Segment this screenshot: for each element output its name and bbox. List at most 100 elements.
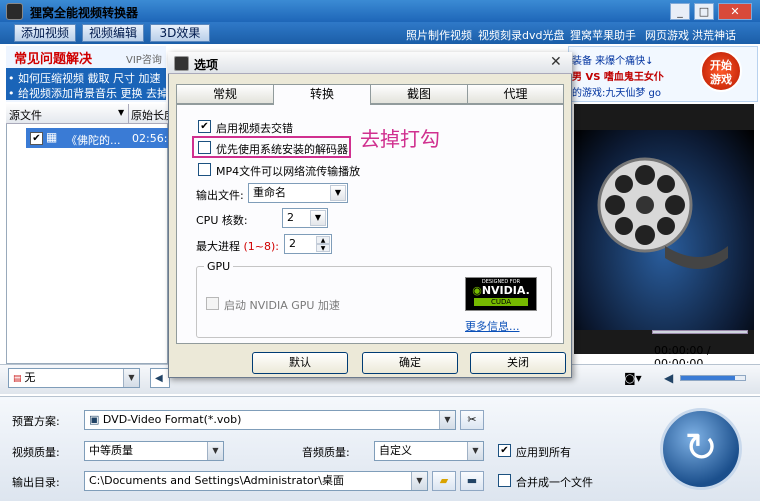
- apply-all-checkbox[interactable]: ✔: [498, 444, 511, 457]
- mp4-stream-label: MP4文件可以网络流传输播放: [216, 165, 361, 178]
- link-apple-helper[interactable]: 狸窝苹果助手: [570, 27, 636, 43]
- subtitle-select[interactable]: ▤ 无 ▼: [8, 368, 140, 388]
- chevron-down-icon: ▼: [310, 210, 326, 226]
- preset-value: DVD-Video Format(*.vob): [102, 413, 242, 426]
- vip-link[interactable]: VIP咨询: [126, 51, 162, 66]
- maximize-button[interactable]: □: [694, 3, 714, 20]
- ad-line-1: 装备 来爆个痛快↓: [572, 56, 654, 67]
- maxproc-range: (1~8):: [243, 240, 280, 253]
- maxproc-label: 最大进程 (1~8):: [196, 238, 279, 254]
- link-photo-video[interactable]: 照片制作视频: [406, 27, 472, 43]
- vquality-select[interactable]: 中等质量 ▼: [84, 441, 224, 461]
- preset-settings-button[interactable]: ✂: [460, 410, 484, 430]
- tab-general[interactable]: 常规: [176, 84, 274, 104]
- maxproc-text: 最大进程: [196, 240, 240, 253]
- chevron-down-icon: ▼: [123, 369, 139, 387]
- tab-proxy[interactable]: 代理: [467, 84, 564, 104]
- col-source[interactable]: 源文件: [9, 107, 42, 123]
- col-divider: [128, 104, 129, 124]
- app-icon: [6, 3, 23, 20]
- camera-icon[interactable]: ◙▾: [624, 371, 642, 385]
- apply-all-label: 应用到所有: [516, 446, 571, 459]
- row-checkbox[interactable]: ✔: [30, 132, 43, 145]
- chevron-down-icon: ▼: [411, 472, 427, 490]
- nvidia-cuda-logo: DESIGNED FOR ◉NVIDIA. CUDA: [465, 277, 537, 311]
- effect-3d-button[interactable]: 3D效果: [150, 24, 210, 42]
- subtitle-value: 无: [24, 371, 36, 384]
- ad-line-2: 男 VS 嗜血鬼王女仆: [572, 72, 664, 83]
- film-reel-icon: [597, 157, 728, 269]
- open-folder-icon: ▬: [466, 474, 478, 487]
- close-icon[interactable]: ✕: [718, 3, 752, 20]
- browse-folder-button[interactable]: ▰: [432, 471, 456, 491]
- deinterlace-checkbox[interactable]: ✔: [198, 120, 211, 133]
- deinterlace-label: 启用视频去交错: [216, 122, 293, 135]
- merge-checkbox[interactable]: [498, 474, 511, 487]
- preview-progress[interactable]: [652, 330, 748, 334]
- vquality-value: 中等质量: [89, 444, 133, 457]
- preset-select[interactable]: ▣ DVD-Video Format(*.vob) ▼: [84, 410, 456, 430]
- cpu-value: 2: [287, 211, 294, 224]
- dialog-title: 选项: [194, 58, 219, 72]
- output-label: 输出目录:: [12, 476, 60, 489]
- output-file-label: 输出文件:: [196, 189, 244, 202]
- stepper-down-icon[interactable]: ▼: [316, 244, 330, 252]
- gpu-accel-checkbox[interactable]: [206, 297, 219, 310]
- start-game-button[interactable]: 开始 游戏: [700, 50, 742, 92]
- faq-title: 常见问题解决: [14, 52, 93, 67]
- vquality-label: 视频质量:: [12, 446, 60, 459]
- dialog-close-icon[interactable]: ✕: [550, 54, 562, 70]
- convert-button[interactable]: ↻: [660, 408, 742, 490]
- output-dir-select[interactable]: C:\Documents and Settings\Administrator\…: [84, 471, 428, 491]
- volume-icon[interactable]: ◀: [664, 371, 673, 385]
- add-video-button[interactable]: 添加视频: [14, 24, 77, 42]
- highlight-box: [192, 136, 351, 158]
- chevron-down-icon: ▼: [439, 411, 455, 429]
- default-button[interactable]: 默认: [252, 352, 348, 374]
- gpu-group-label: GPU: [204, 260, 234, 273]
- tab-screenshot[interactable]: 截图: [370, 84, 468, 104]
- col-sort-icon[interactable]: ▼: [118, 108, 124, 117]
- output-file-select[interactable]: 重命名 ▼: [248, 183, 348, 203]
- dialog-close-button[interactable]: 关闭: [470, 352, 566, 374]
- tab-join: [274, 103, 370, 105]
- cpu-label: CPU 核数:: [196, 214, 248, 227]
- chevron-down-icon: ▼: [330, 185, 346, 201]
- ok-button[interactable]: 确定: [362, 352, 458, 374]
- chevron-down-icon: ▼: [467, 442, 483, 460]
- audio-track-select[interactable]: ◀: [150, 368, 170, 388]
- link-web-game[interactable]: 网页游戏: [645, 27, 689, 43]
- chevron-down-icon: ▼: [207, 442, 223, 460]
- dialog-icon: [174, 56, 189, 71]
- aquality-select[interactable]: 自定义 ▼: [374, 441, 484, 461]
- stepper-up-icon[interactable]: ▲: [316, 236, 330, 244]
- nvidia-brand-text: NVIDIA.: [481, 284, 530, 297]
- nvidia-eye-icon: ◉: [472, 284, 482, 297]
- folder-icon: ▰: [439, 474, 449, 487]
- volume-slider[interactable]: [680, 375, 746, 381]
- cpu-select[interactable]: 2 ▼: [282, 208, 328, 228]
- dvd-icon: ▣: [89, 413, 103, 426]
- tab-convert[interactable]: 转换: [273, 84, 371, 105]
- dialog-titlebar: [168, 52, 572, 74]
- start-game-label: 开始 游戏: [710, 59, 732, 86]
- gpu-accel-label: 启动 NVIDIA GPU 加速: [224, 299, 340, 312]
- maxproc-value: 2: [289, 237, 296, 250]
- output-dir-value: C:\Documents and Settings\Administrator\…: [89, 474, 345, 487]
- maxproc-stepper[interactable]: 2 ▲ ▼: [284, 234, 332, 254]
- speaker-icon: ◀: [155, 373, 163, 384]
- link-honghuang[interactable]: 洪荒神话: [692, 27, 736, 43]
- minimize-button[interactable]: _: [670, 3, 690, 20]
- faq-line-2[interactable]: • 给视频添加背景音乐 更换 去掉: [8, 85, 168, 101]
- mp4-stream-checkbox[interactable]: [198, 163, 211, 176]
- faq-line-1[interactable]: • 如何压缩视频 截取 尺寸 加速: [8, 70, 160, 86]
- subtitle-icon: ▤: [13, 374, 25, 384]
- open-folder-button[interactable]: ▬: [460, 471, 484, 491]
- window-title: 狸窝全能视频转换器: [30, 6, 139, 20]
- merge-label: 合并成一个文件: [516, 476, 593, 489]
- link-dvd-burn[interactable]: 视频刻录dvd光盘: [478, 27, 564, 43]
- nvidia-logo-brand: ◉NVIDIA.: [466, 285, 536, 297]
- preset-label: 预置方案:: [12, 415, 60, 428]
- edit-video-button[interactable]: 视频编辑: [82, 24, 145, 42]
- more-info-link[interactable]: 更多信息...: [465, 318, 520, 334]
